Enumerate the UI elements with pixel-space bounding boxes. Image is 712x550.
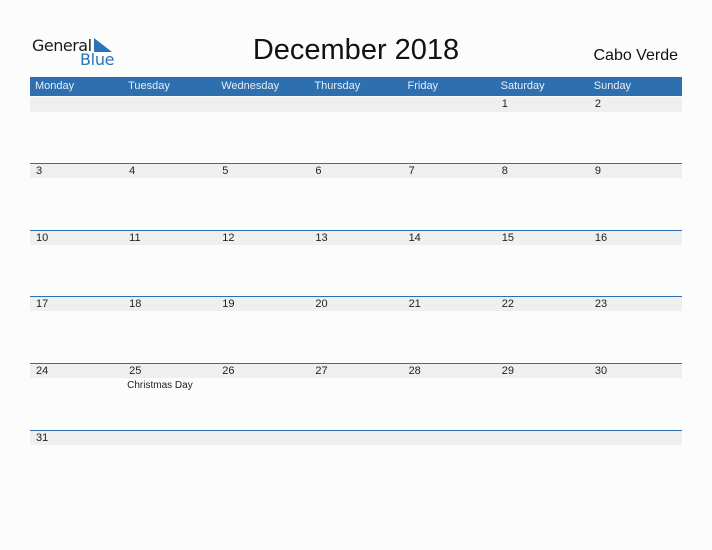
day-number: 9 (594, 165, 601, 177)
day-cell: 21 (403, 296, 496, 363)
day-cell (216, 96, 309, 163)
day-number: 17 (36, 298, 49, 310)
week-row: 12 (30, 96, 682, 163)
weekday-monday: Monday (35, 80, 75, 92)
weekday-tuesday: Tuesday (128, 80, 170, 92)
country-label: Cabo Verde (593, 47, 678, 64)
day-cell: 12 (216, 230, 309, 297)
day-number: 5 (222, 165, 229, 177)
weekday-header: Monday Tuesday Wednesday Thursday Friday… (30, 77, 682, 96)
day-cell (216, 430, 309, 497)
day-cell: 9 (589, 163, 682, 230)
day-cell: 6 (309, 163, 402, 230)
day-number: 6 (315, 165, 322, 177)
day-number: 27 (315, 365, 328, 377)
day-cell: 16 (589, 230, 682, 297)
week-row: 17 18 19 20 21 22 23 (30, 296, 682, 363)
day-cell: 31 (30, 430, 123, 497)
day-number: 12 (222, 232, 235, 244)
day-cell: 28 (403, 363, 496, 430)
weekday-friday: Friday (407, 80, 439, 92)
day-number: 22 (501, 298, 514, 310)
day-cell: 20 (309, 296, 402, 363)
day-cell (123, 430, 216, 497)
weekday-wednesday: Wednesday (221, 80, 280, 92)
day-number: 13 (315, 232, 328, 244)
day-cell: 4 (123, 163, 216, 230)
day-cell: 19 (216, 296, 309, 363)
day-cell: 30 (589, 363, 682, 430)
day-cell (496, 430, 589, 497)
day-cell: 5 (216, 163, 309, 230)
day-number: 3 (36, 165, 43, 177)
day-number: 28 (408, 365, 421, 377)
day-cell: 3 (30, 163, 123, 230)
day-cell: 1 (496, 96, 589, 163)
day-cell (589, 430, 682, 497)
day-cell: 17 (30, 296, 123, 363)
day-cell: 14 (403, 230, 496, 297)
day-cell: 24 (30, 363, 123, 430)
day-number: 31 (36, 432, 49, 444)
day-cell: 23 (589, 296, 682, 363)
day-cell: 22 (496, 296, 589, 363)
day-number: 18 (129, 298, 142, 310)
day-number: 20 (315, 298, 328, 310)
day-cell (309, 430, 402, 497)
day-cell: 29 (496, 363, 589, 430)
week-row: 3 4 5 6 7 8 9 (30, 163, 682, 230)
week-row: 31 (30, 430, 682, 497)
day-cell: 15 (496, 230, 589, 297)
holiday-label: Christmas Day (127, 380, 193, 391)
weekday-sunday: Sunday (593, 80, 632, 92)
day-number: 24 (36, 365, 49, 377)
day-number: 14 (408, 232, 421, 244)
day-number: 19 (222, 298, 235, 310)
day-number: 23 (594, 298, 608, 310)
weekday-saturday: Saturday (500, 80, 545, 92)
day-cell: 27 (309, 363, 402, 430)
day-cell (309, 96, 402, 163)
day-cell: 26 (216, 363, 309, 430)
day-number: 4 (129, 165, 136, 177)
day-number: 21 (408, 298, 421, 310)
day-cell: 2 (589, 96, 682, 163)
day-number: 30 (594, 365, 608, 377)
day-number: 7 (408, 165, 415, 177)
day-cell: 11 (123, 230, 216, 297)
day-cell: 10 (30, 230, 123, 297)
day-cell (30, 96, 123, 163)
weekday-thursday: Thursday (314, 80, 361, 92)
day-number: 2 (594, 98, 601, 110)
day-cell: 13 (309, 230, 402, 297)
day-number: 25 (129, 365, 142, 377)
day-number: 8 (501, 165, 508, 177)
day-number: 26 (222, 365, 235, 377)
day-cell: 25 Christmas Day (123, 363, 216, 430)
day-cell: 7 (403, 163, 496, 230)
day-number: 1 (501, 98, 508, 110)
day-cell: 8 (496, 163, 589, 230)
week-row: 24 25 Christmas Day 26 27 28 29 30 (30, 363, 682, 430)
day-cell (123, 96, 216, 163)
day-number: 15 (501, 232, 514, 244)
day-cell (403, 96, 496, 163)
day-number: 11 (129, 232, 141, 244)
day-cell (403, 430, 496, 497)
day-cell: 18 (123, 296, 216, 363)
day-number: 16 (594, 232, 608, 244)
day-number: 10 (36, 232, 49, 244)
week-row: 10 11 12 13 14 15 16 (30, 230, 682, 297)
day-number: 29 (501, 365, 514, 377)
